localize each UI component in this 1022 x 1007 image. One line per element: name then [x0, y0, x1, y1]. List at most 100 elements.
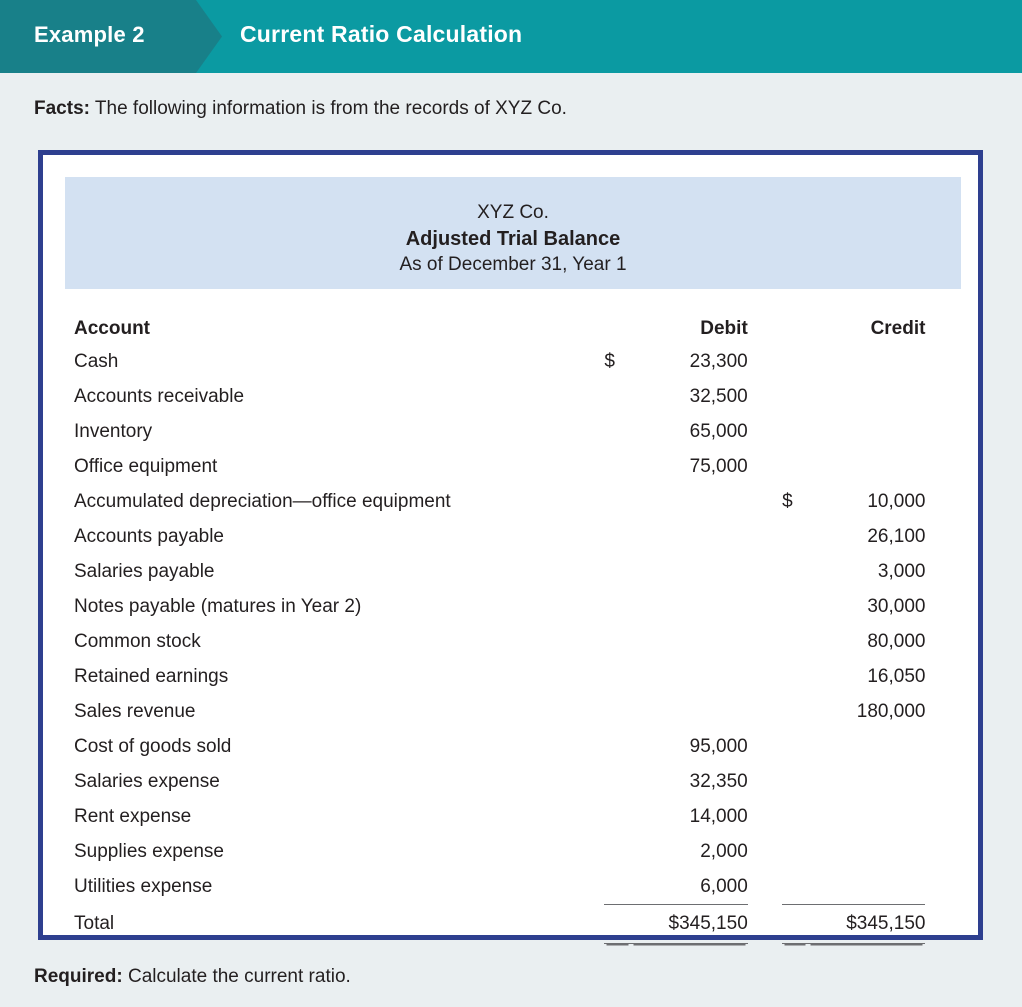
cell-credit-symbol	[782, 799, 808, 834]
table-row: Sales revenue 180,000	[43, 694, 978, 729]
total-credit-symbol-spacer	[782, 904, 809, 944]
cell-gap	[748, 449, 782, 484]
example-header-band: Example 2 Current Ratio Calculation	[0, 0, 1022, 73]
table-total-row: Total $345,150 $345,150	[43, 904, 978, 944]
cell-debit-symbol	[604, 764, 630, 799]
cell-credit	[808, 449, 925, 484]
cell-account: Salaries expense	[74, 770, 220, 792]
cell-credit: 30,000	[867, 595, 926, 617]
table-row: Cost of goods sold 95,000	[43, 729, 978, 764]
cell-credit-symbol	[782, 624, 808, 659]
cell-credit-symbol	[782, 554, 808, 589]
cell-account: Inventory	[74, 420, 153, 442]
cell-credit-symbol	[782, 834, 808, 869]
cell-debit-symbol	[604, 729, 630, 764]
cell-debit: 2,000	[700, 840, 748, 862]
cell-tail	[925, 449, 978, 484]
cell-credit-symbol: $	[782, 490, 793, 512]
column-gap	[748, 300, 782, 344]
cell-credit	[808, 764, 925, 799]
cell-gap	[748, 659, 782, 694]
cell-gap	[748, 379, 782, 414]
cell-debit-symbol	[604, 589, 630, 624]
cell-debit	[631, 694, 748, 729]
total-credit: $345,150	[808, 904, 926, 944]
cell-credit-symbol	[782, 449, 808, 484]
cell-tail	[925, 694, 978, 729]
cell-debit-symbol	[604, 834, 630, 869]
cell-tail	[925, 519, 978, 554]
table-row: Office equipment 75,000	[43, 449, 978, 484]
total-tail	[925, 905, 978, 944]
table-row: Rent expense 14,000	[43, 799, 978, 834]
cell-credit-symbol	[782, 869, 809, 905]
cell-credit-symbol	[782, 694, 808, 729]
cell-tail	[925, 344, 978, 379]
statement-company: XYZ Co.	[477, 202, 549, 223]
cell-account: Supplies expense	[74, 840, 224, 862]
cell-debit	[631, 589, 748, 624]
required-text: Calculate the current ratio.	[122, 966, 351, 987]
cell-account: Cash	[74, 350, 119, 372]
cell-gap	[748, 589, 782, 624]
facts-text: The following information is from the re…	[89, 98, 567, 119]
cell-debit-symbol	[604, 519, 630, 554]
table-row: Salaries expense 32,350	[43, 764, 978, 799]
cell-credit	[808, 834, 925, 869]
cell-debit-symbol	[604, 869, 631, 905]
cell-debit: 23,300	[689, 350, 748, 372]
cell-gap	[748, 729, 782, 764]
cell-credit	[808, 799, 925, 834]
total-gap	[748, 905, 782, 944]
column-header-credit: Credit	[870, 318, 926, 339]
table-row: Accumulated depreciation—office equipmen…	[43, 484, 978, 519]
cell-debit: 32,500	[689, 385, 748, 407]
table-row: Accounts payable 26,100	[43, 519, 978, 554]
cell-credit: 10,000	[867, 490, 926, 512]
cell-credit-symbol	[782, 414, 808, 449]
statement-heading: XYZ Co. Adjusted Trial Balance As of Dec…	[65, 177, 961, 289]
cell-debit-symbol	[604, 379, 630, 414]
cell-debit-symbol	[604, 799, 630, 834]
cell-tail	[925, 624, 978, 659]
example-title: Current Ratio Calculation	[240, 21, 523, 47]
cell-debit	[631, 519, 748, 554]
cell-debit: 75,000	[689, 455, 748, 477]
table-row: Accounts receivable 32,500	[43, 379, 978, 414]
cell-credit: 3,000	[877, 560, 926, 582]
cell-debit: 65,000	[689, 420, 748, 442]
cell-tail	[925, 379, 978, 414]
cell-credit: 80,000	[867, 630, 926, 652]
required-label: Required:	[34, 966, 123, 987]
cell-debit	[631, 659, 748, 694]
cell-debit: 32,350	[689, 770, 748, 792]
table-row: Retained earnings 16,050	[43, 659, 978, 694]
cell-account: Cost of goods sold	[74, 735, 232, 757]
cell-debit-symbol	[604, 624, 630, 659]
cell-account: Accounts receivable	[74, 385, 245, 407]
cell-credit-symbol	[782, 379, 808, 414]
cell-tail	[925, 869, 978, 905]
cell-debit-symbol	[604, 659, 630, 694]
table-row: Supplies expense 2,000	[43, 834, 978, 869]
cell-credit	[808, 869, 926, 905]
column-header-credit-symbol-spacer	[782, 300, 808, 344]
cell-gap	[748, 554, 782, 589]
facts-label: Facts:	[34, 98, 90, 119]
table-body: Cash $23,300 Accounts receivable 32,500 Inve…	[43, 344, 978, 944]
total-debit-symbol-spacer	[604, 904, 631, 944]
cell-credit-symbol	[782, 729, 808, 764]
table-row: Inventory 65,000	[43, 414, 978, 449]
required-line: Required: Calculate the current ratio.	[34, 966, 351, 988]
cell-debit	[631, 624, 748, 659]
cell-gap	[748, 519, 782, 554]
trial-balance-box: XYZ Co. Adjusted Trial Balance As of Dec…	[38, 150, 983, 944]
total-label: Total	[74, 913, 115, 934]
table-row: Common stock 80,000	[43, 624, 978, 659]
cell-account: Rent expense	[74, 805, 192, 827]
cell-debit-symbol: $	[604, 350, 615, 372]
cell-account: Notes payable (matures in Year 2)	[74, 595, 362, 617]
cell-credit: 16,050	[867, 665, 926, 687]
cell-account: Office equipment	[74, 455, 218, 477]
cell-account: Retained earnings	[74, 665, 229, 687]
